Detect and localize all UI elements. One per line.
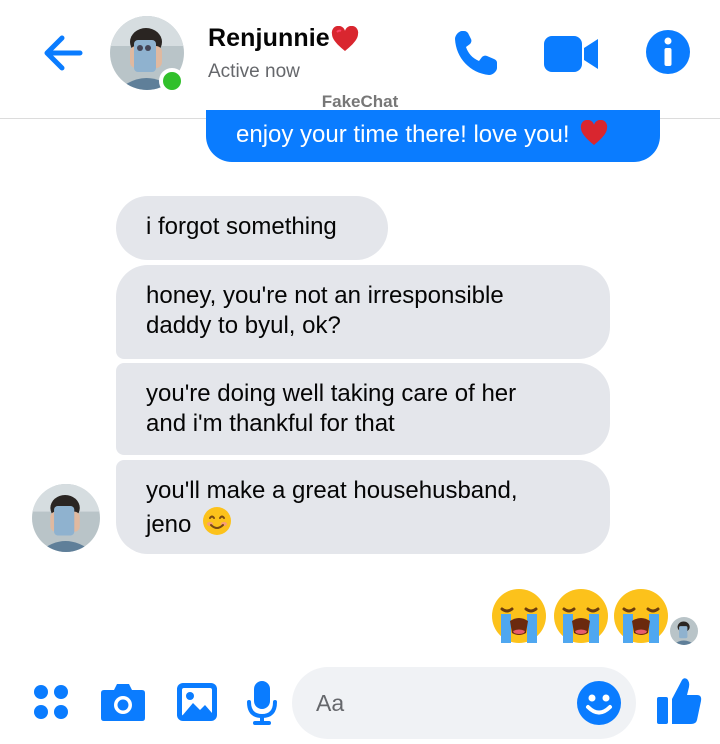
message-line: jeno (146, 511, 192, 538)
gallery-icon[interactable] (176, 682, 218, 727)
back-arrow-icon[interactable] (40, 30, 86, 76)
message-input-placeholder: Aa (316, 690, 345, 716)
heart-emoji-icon (331, 25, 359, 57)
outgoing-message-bubble[interactable]: enjoy your time there! love you! (206, 110, 660, 162)
video-camera-icon[interactable] (544, 36, 598, 77)
seen-receipt-avatar (670, 617, 698, 645)
loudly-crying-face-emoji[interactable] (612, 587, 670, 650)
smiling-face-emoji-icon (202, 506, 232, 544)
incoming-message-bubble[interactable]: honey, you're not an irresponsible daddy… (116, 265, 610, 359)
message-text: i forgot something (146, 213, 337, 240)
contact-name[interactable]: Renjunnie (208, 24, 330, 53)
phone-icon[interactable] (452, 28, 500, 83)
loudly-crying-face-emoji[interactable] (552, 587, 610, 650)
camera-icon[interactable] (100, 682, 146, 727)
microphone-icon[interactable] (246, 680, 278, 731)
loudly-crying-face-emoji[interactable] (490, 587, 548, 650)
watermark-label: FakeChat (321, 92, 399, 111)
incoming-message-bubble[interactable]: you're doing well taking care of her and… (116, 363, 610, 455)
active-status: Active now (208, 61, 300, 82)
online-status-dot (159, 68, 185, 94)
info-icon[interactable] (645, 29, 691, 80)
incoming-message-bubble[interactable]: i forgot something (116, 196, 388, 260)
heart-emoji-icon (580, 119, 608, 154)
incoming-message-bubble[interactable]: you'll make a great househusband, jeno (116, 460, 610, 554)
message-line: you're doing well taking care of her (146, 380, 517, 407)
thumbs-up-icon[interactable] (656, 676, 702, 731)
apps-icon[interactable] (33, 684, 69, 725)
chat-header: Renjunnie Active now FakeChat (0, 0, 720, 119)
message-line: honey, you're not an irresponsible (146, 282, 504, 309)
emoji-icon[interactable] (576, 680, 622, 731)
message-line: daddy to byul, ok? (146, 312, 341, 339)
message-text: enjoy your time there! love you! (236, 121, 570, 148)
message-line: and i'm thankful for that (146, 410, 395, 437)
message-line: you'll make a great househusband, (146, 477, 518, 504)
contact-avatar-small[interactable] (32, 484, 100, 552)
